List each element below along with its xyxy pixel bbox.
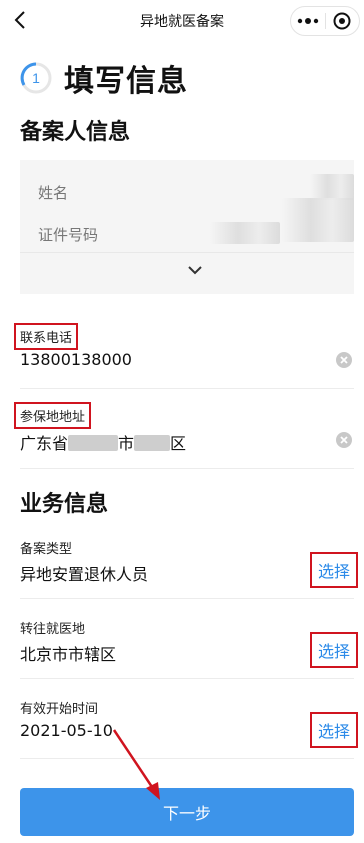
address-province: 广东省 [20,434,69,453]
id-blurred-value [282,198,354,242]
address-district-mask [134,435,171,451]
destination-value: 北京市市辖区 [20,645,117,664]
mini-program-capsule [290,6,360,36]
close-mini-program-button[interactable] [325,7,359,35]
destination-divider [20,678,354,679]
filing-type-divider [20,598,354,599]
target-close-icon [333,12,351,30]
more-dots-icon [297,18,318,24]
name-label: 姓名 [38,184,69,202]
phone-field[interactable]: 13800138000 [20,350,132,369]
person-section-title: 备案人信息 [20,120,131,145]
card-divider [20,252,354,253]
filing-type-label: 备案类型 [20,542,73,557]
destination-label: 转往就医地 [20,622,86,637]
page-title: 异地就医备案 [140,14,224,30]
filing-type-select-button[interactable]: 选择 [310,552,358,588]
address-city-mask [68,435,119,451]
back-arrow-icon[interactable] [12,8,30,32]
step-number-circle: 1 [20,62,52,94]
business-section-title: 业务信息 [20,492,109,517]
filing-type-value: 异地安置退休人员 [20,565,149,584]
chevron-down-icon[interactable] [187,264,203,276]
name-blurred-value [310,174,354,200]
start-date-value: 2021-05-10 [20,721,113,740]
address-label: 参保地地址 [14,402,92,429]
address-divider [20,468,354,469]
address-district-suffix: 区 [170,434,187,453]
step-number: 1 [32,70,40,86]
navigation-bar: 异地就医备案 [0,0,364,42]
step-header: 1 填写信息 [20,56,188,100]
address-field[interactable]: 广东省 市 区 [20,430,320,453]
next-step-button[interactable]: 下一步 [20,788,354,836]
phone-divider [20,388,354,389]
start-date-label: 有效开始时间 [20,702,99,717]
step-title: 填写信息 [64,64,188,99]
address-city-suffix: 市 [118,434,135,453]
person-info-card: 姓名 证件号码 [20,160,354,294]
start-date-divider [20,758,354,759]
phone-label: 联系电话 [14,323,79,350]
destination-select-button[interactable]: 选择 [310,632,358,668]
id-blurred-value-2 [210,222,280,244]
clear-address-icon[interactable] [336,432,352,448]
more-menu-button[interactable] [291,7,325,35]
id-number-label: 证件号码 [38,226,99,244]
clear-phone-icon[interactable] [336,352,352,368]
start-date-select-button[interactable]: 选择 [310,712,358,748]
